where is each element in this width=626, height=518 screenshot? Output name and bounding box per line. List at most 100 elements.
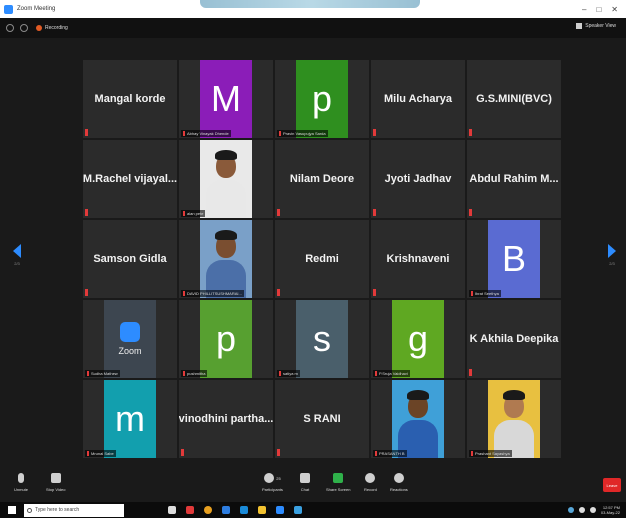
participant-tile[interactable]: p Pravin Vasupujya Sarda — [275, 60, 369, 138]
participant-tile[interactable]: DAVID PHILLITSUSHMARAI... — [179, 220, 273, 298]
participant-tile[interactable]: Redmi — [275, 220, 369, 298]
taskview-icon[interactable] — [168, 506, 176, 514]
chat-button[interactable]: Chat — [300, 473, 310, 492]
participant-tile[interactable]: Abdul Rahim M... — [467, 140, 561, 218]
participant-name: Jyoti Jadhav — [384, 173, 452, 185]
zoom-taskbar-icon[interactable] — [276, 506, 284, 514]
participant-tile[interactable]: Jyoti Jadhav — [371, 140, 465, 218]
participant-name: Mangal korde — [94, 93, 166, 105]
leave-label: Leave — [606, 482, 618, 488]
participant-tile[interactable]: Nilam Deore — [275, 140, 369, 218]
mic-muted-icon — [279, 131, 281, 136]
participant-tile[interactable]: Mangal korde — [83, 60, 177, 138]
mic-muted-icon — [85, 129, 88, 136]
participant-tag-label: alan pete — [187, 211, 204, 216]
windows-taskbar: Type here to search 12:57 PM 03-May-22 — [0, 502, 626, 518]
mic-muted-icon — [279, 371, 281, 376]
app-icon[interactable] — [186, 506, 194, 514]
security-shield-icon[interactable] — [20, 24, 28, 32]
participant-tile[interactable]: Samson Gidla — [83, 220, 177, 298]
participant-name-tag: PRASANTH B — [373, 450, 407, 457]
participant-name-tag: satiya m — [277, 370, 300, 377]
taskbar-search[interactable]: Type here to search — [24, 503, 124, 517]
unmute-button[interactable]: Unmute — [14, 473, 28, 492]
clock[interactable]: 12:57 PM 03-May-22 — [601, 505, 620, 515]
participant-tile[interactable]: Krishnaveni — [371, 220, 465, 298]
search-placeholder: Type here to search — [35, 507, 80, 513]
speaker-view-label: Speaker View — [585, 23, 616, 29]
store-icon[interactable] — [240, 506, 248, 514]
participant-tag-label: Pravin Vasupujya Sarda — [283, 131, 326, 136]
participant-name: Redmi — [305, 253, 339, 265]
share-screen-label: Share Screen — [326, 487, 351, 492]
participant-name: M.Rachel vijayal... — [83, 173, 177, 185]
participant-tile[interactable]: M Abhay Vinayak Dhende — [179, 60, 273, 138]
tray-cloud-icon[interactable] — [567, 507, 574, 513]
mic-muted-icon — [183, 371, 185, 376]
chevron-right-icon — [608, 244, 616, 258]
participant-tag-label: DAVID PHILLITSUSHMARAI... — [187, 291, 242, 296]
maximize-icon[interactable]: □ — [596, 5, 601, 14]
participant-tile[interactable]: B Ibrat Seethya — [467, 220, 561, 298]
reactions-label: Reactions — [390, 487, 408, 492]
file-explorer-icon[interactable] — [258, 506, 266, 514]
participant-tile[interactable]: Prashant Sayashya — [467, 380, 561, 458]
tray-volume-icon[interactable] — [578, 507, 585, 513]
mic-muted-icon — [181, 449, 184, 456]
top-banner — [200, 0, 420, 8]
page-right-button[interactable]: 2/3 — [605, 244, 619, 274]
search-icon — [27, 507, 32, 513]
participant-avatar: s — [296, 300, 348, 378]
page-left-indicator: 2/3 — [14, 261, 20, 266]
participant-tile[interactable]: p pushmitha — [179, 300, 273, 378]
zoom-app-icon — [4, 4, 13, 14]
participant-name-tag: Sudha Mathew — [85, 370, 120, 377]
minimize-icon[interactable]: – — [582, 5, 586, 14]
info-icon[interactable] — [6, 24, 14, 32]
share-screen-button[interactable]: Share Screen — [326, 473, 350, 492]
meeting-controls: Unmute Stop Video 25 Participants Chat S… — [0, 470, 626, 502]
page-left-button[interactable]: 2/3 — [10, 244, 24, 274]
participant-tile[interactable]: G.S.MINI(BVC) — [467, 60, 561, 138]
participant-name-tag: pushmitha — [181, 370, 208, 377]
reactions-button[interactable]: Reactions — [390, 473, 408, 492]
tray-network-icon[interactable] — [589, 507, 596, 513]
chat-label: Chat — [300, 487, 310, 492]
participant-name: Nilam Deore — [289, 173, 355, 185]
mic-muted-icon — [277, 449, 280, 456]
participant-tile[interactable]: S RANI — [275, 380, 369, 458]
record-button[interactable]: Record — [364, 473, 377, 492]
speaker-view-button[interactable]: Speaker View — [576, 23, 616, 29]
page-right-indicator: 2/3 — [609, 261, 615, 266]
mic-muted-icon — [183, 211, 185, 216]
zoom-window: Zoom Meeting – □ ✕ Recording Speaker Vie… — [0, 0, 626, 518]
participant-tile[interactable]: g P.Sruja Vaidhavi — [371, 300, 465, 378]
participant-name: K Akhila Deepika — [469, 333, 559, 345]
participant-tile[interactable]: M.Rachel vijayal... — [83, 140, 177, 218]
unmute-label: Unmute — [14, 487, 29, 492]
mic-muted-icon — [85, 209, 88, 216]
participants-button[interactable]: 25 Participants — [262, 473, 283, 492]
windows-start-icon[interactable] — [8, 506, 16, 514]
participant-tag-label: satiya m — [283, 371, 298, 376]
participant-name: Abdul Rahim M... — [469, 173, 559, 185]
mic-muted-icon — [373, 129, 376, 136]
participant-video — [200, 220, 252, 298]
participant-tile[interactable]: PRASANTH B — [371, 380, 465, 458]
participant-tile[interactable]: Milu Acharya — [371, 60, 465, 138]
chrome-icon[interactable] — [204, 506, 212, 514]
window-controls: – □ ✕ — [582, 5, 618, 14]
mail-icon[interactable] — [294, 506, 302, 514]
participant-tile[interactable]: Zoom Sudha Mathew — [83, 300, 177, 378]
stop-video-button[interactable]: Stop Video — [46, 473, 66, 492]
participant-tile[interactable]: s satiya m — [275, 300, 369, 378]
participant-tile[interactable]: m Mrunal Sabe — [83, 380, 177, 458]
leave-button[interactable]: Leave — [603, 478, 621, 492]
participant-tile[interactable]: vinodhini partha... — [179, 380, 273, 458]
mic-muted-icon — [375, 451, 377, 456]
participant-tile[interactable]: alan pete — [179, 140, 273, 218]
close-icon[interactable]: ✕ — [611, 5, 618, 14]
participant-video — [488, 380, 540, 458]
edge-icon[interactable] — [222, 506, 230, 514]
participant-tile[interactable]: K Akhila Deepika — [467, 300, 561, 378]
